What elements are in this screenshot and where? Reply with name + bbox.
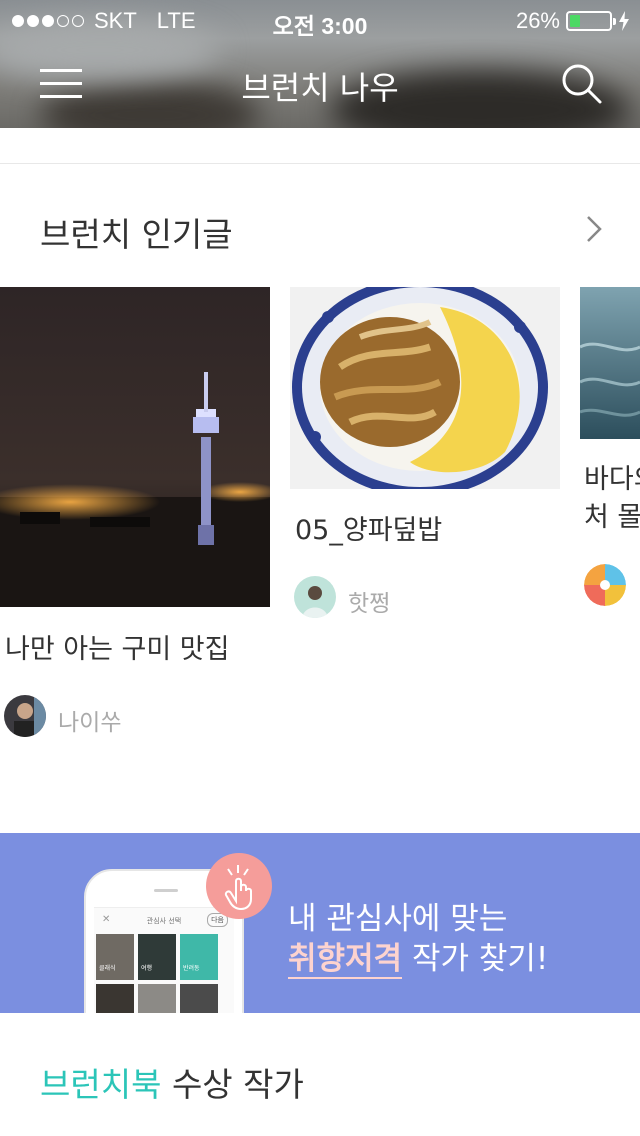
interest-tile: 반려동 bbox=[180, 934, 218, 980]
chevron-right-icon[interactable] bbox=[584, 214, 604, 244]
banner-highlight: 취향저격 bbox=[288, 941, 403, 979]
app-header: SKT LTE 오전 3:00 26% 브런치 나우 bbox=[0, 0, 640, 128]
author-avatar bbox=[584, 564, 626, 606]
recommend-banner[interactable]: ✕ 관심사 선택 다음 클래식 여행 반려동 내 관심사에 맞는 취향저격 작가 bbox=[0, 833, 640, 1013]
award-accent: 브런치북 bbox=[40, 1065, 162, 1104]
page-title: 브런치 나우 bbox=[241, 69, 399, 107]
post-title: 바다의 bbox=[584, 464, 640, 495]
battery-icon bbox=[566, 11, 616, 31]
section-title-popular: 브런치 인기글 bbox=[40, 215, 233, 254]
divider bbox=[0, 163, 640, 164]
post-card[interactable]: 나만 아는 구미 맛집 나이쑤 bbox=[0, 287, 270, 747]
banner-text: 취향저격 작가 찾기! bbox=[288, 941, 549, 979]
section-title-award: 브런치북 수상 작가 bbox=[40, 1065, 304, 1104]
search-icon[interactable] bbox=[560, 62, 604, 106]
battery-percent: 26% bbox=[515, 8, 560, 33]
post-card[interactable]: 05_양파덮밥 핫쩡 bbox=[290, 287, 560, 627]
interest-tile: 클래식 bbox=[96, 934, 134, 980]
tap-hand-icon bbox=[206, 853, 272, 919]
post-thumbnail bbox=[0, 287, 270, 607]
author-avatar bbox=[294, 576, 336, 618]
author-avatar bbox=[4, 695, 46, 737]
status-bar: SKT LTE 오전 3:00 26% bbox=[0, 0, 640, 40]
post-title: 나만 아는 구미 맛집 bbox=[5, 634, 230, 665]
interest-tile bbox=[180, 984, 218, 1013]
post-thumbnail bbox=[580, 287, 640, 439]
author-name: 나이쑤 bbox=[58, 710, 122, 736]
banner-text: 내 관심사에 맞는 bbox=[288, 901, 508, 937]
post-title: 05_양파덮밥 bbox=[295, 515, 443, 546]
interest-tile bbox=[138, 984, 176, 1013]
charging-bolt-icon bbox=[619, 11, 629, 31]
post-title: 처 몰 bbox=[584, 502, 640, 533]
interest-tile: 여행 bbox=[138, 934, 176, 980]
author-name: 핫쩡 bbox=[348, 591, 391, 617]
interest-tile bbox=[96, 984, 134, 1013]
post-card[interactable]: 바다의 처 몰 bbox=[580, 287, 640, 617]
post-thumbnail bbox=[290, 287, 560, 489]
